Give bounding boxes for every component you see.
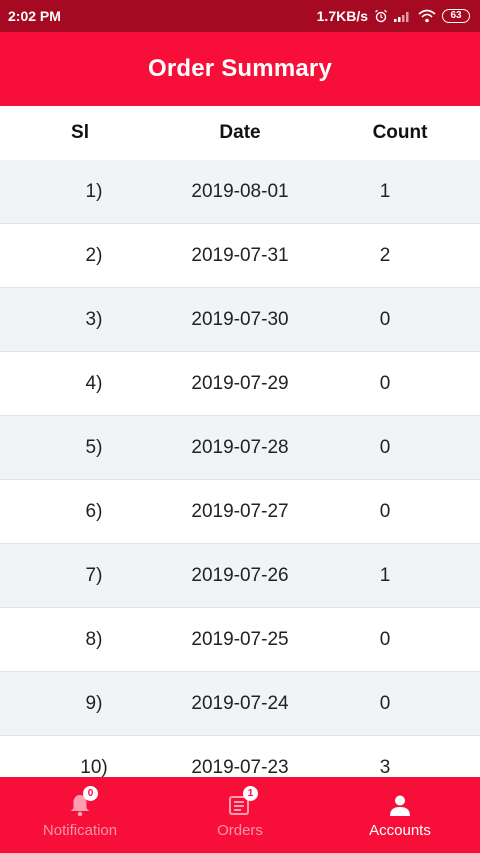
order-list[interactable]: 1) 2019-08-01 1 2) 2019-07-31 2 3) 2019-… <box>0 160 480 778</box>
bottom-nav: 0 Notification 1 Orders Accounts <box>0 777 480 853</box>
person-icon <box>386 792 414 818</box>
cell-count: 2 <box>379 245 391 266</box>
nav-orders[interactable]: 1 Orders <box>160 777 320 853</box>
cell-date: 2019-08-01 <box>191 181 289 202</box>
column-header-count: Count <box>372 122 428 143</box>
cell-sl: 1) <box>85 181 103 202</box>
table-row: 2) 2019-07-31 2 <box>0 224 480 288</box>
wifi-icon <box>418 9 436 23</box>
nav-label: Notification <box>42 821 118 839</box>
cell-date: 2019-07-31 <box>191 245 289 266</box>
orders-badge: 1 <box>243 785 258 801</box>
column-header-date: Date <box>219 122 261 143</box>
cell-sl: 10) <box>80 757 108 778</box>
table-row: 1) 2019-08-01 1 <box>0 160 480 224</box>
cell-count: 0 <box>379 309 391 330</box>
cell-date: 2019-07-23 <box>191 757 289 778</box>
cell-date: 2019-07-25 <box>191 629 289 650</box>
nav-label: Accounts <box>369 821 431 839</box>
battery-icon: 63 <box>442 9 470 23</box>
nav-label: Orders <box>217 821 263 839</box>
cell-sl: 7) <box>85 565 103 586</box>
cell-count: 0 <box>379 629 391 650</box>
cell-sl: 6) <box>85 501 103 522</box>
cell-count: 0 <box>379 437 391 458</box>
signal-icon <box>394 10 412 22</box>
cell-date: 2019-07-30 <box>191 309 289 330</box>
table-row: 8) 2019-07-25 0 <box>0 608 480 672</box>
page-title: Order Summary <box>147 55 332 82</box>
orders-icon: 1 <box>226 785 258 818</box>
cell-sl: 9) <box>85 693 103 714</box>
bell-icon: 0 <box>66 785 98 818</box>
nav-accounts[interactable]: Accounts <box>320 777 480 853</box>
cell-sl: 5) <box>85 437 103 458</box>
table-row: 9) 2019-07-24 0 <box>0 672 480 736</box>
cell-date: 2019-07-29 <box>191 373 289 394</box>
cell-date: 2019-07-26 <box>191 565 289 586</box>
nav-notification[interactable]: 0 Notification <box>0 777 160 853</box>
cell-count: 0 <box>379 373 391 394</box>
cell-count: 3 <box>379 757 391 778</box>
cell-count: 0 <box>379 501 391 522</box>
cell-date: 2019-07-24 <box>191 693 289 714</box>
cell-sl: 2) <box>85 245 103 266</box>
table-header: Sl Date Count <box>0 106 480 162</box>
table-row: 7) 2019-07-26 1 <box>0 544 480 608</box>
cell-sl: 8) <box>85 629 103 650</box>
table-row: 6) 2019-07-27 0 <box>0 480 480 544</box>
status-indicators: 1.7KB/s 63 <box>317 8 470 24</box>
cell-date: 2019-07-28 <box>191 437 289 458</box>
cell-count: 1 <box>379 565 391 586</box>
status-bar: 2:02 PM 1.7KB/s 63 <box>0 0 480 32</box>
battery-level: 63 <box>450 10 462 21</box>
status-time: 2:02 PM <box>8 8 61 24</box>
cell-date: 2019-07-27 <box>191 501 289 522</box>
network-speed: 1.7KB/s <box>316 8 368 24</box>
table-row: 3) 2019-07-30 0 <box>0 288 480 352</box>
table-row: 5) 2019-07-28 0 <box>0 416 480 480</box>
app-bar: Order Summary <box>0 32 480 106</box>
table-row: 10) 2019-07-23 3 <box>0 736 480 778</box>
alarm-icon <box>374 9 388 23</box>
cell-count: 0 <box>379 693 391 714</box>
cell-sl: 3) <box>85 309 103 330</box>
cell-count: 1 <box>379 181 391 202</box>
notification-badge: 0 <box>83 785 98 801</box>
cell-sl: 4) <box>85 373 103 394</box>
column-header-sl: Sl <box>71 122 89 143</box>
table-row: 4) 2019-07-29 0 <box>0 352 480 416</box>
